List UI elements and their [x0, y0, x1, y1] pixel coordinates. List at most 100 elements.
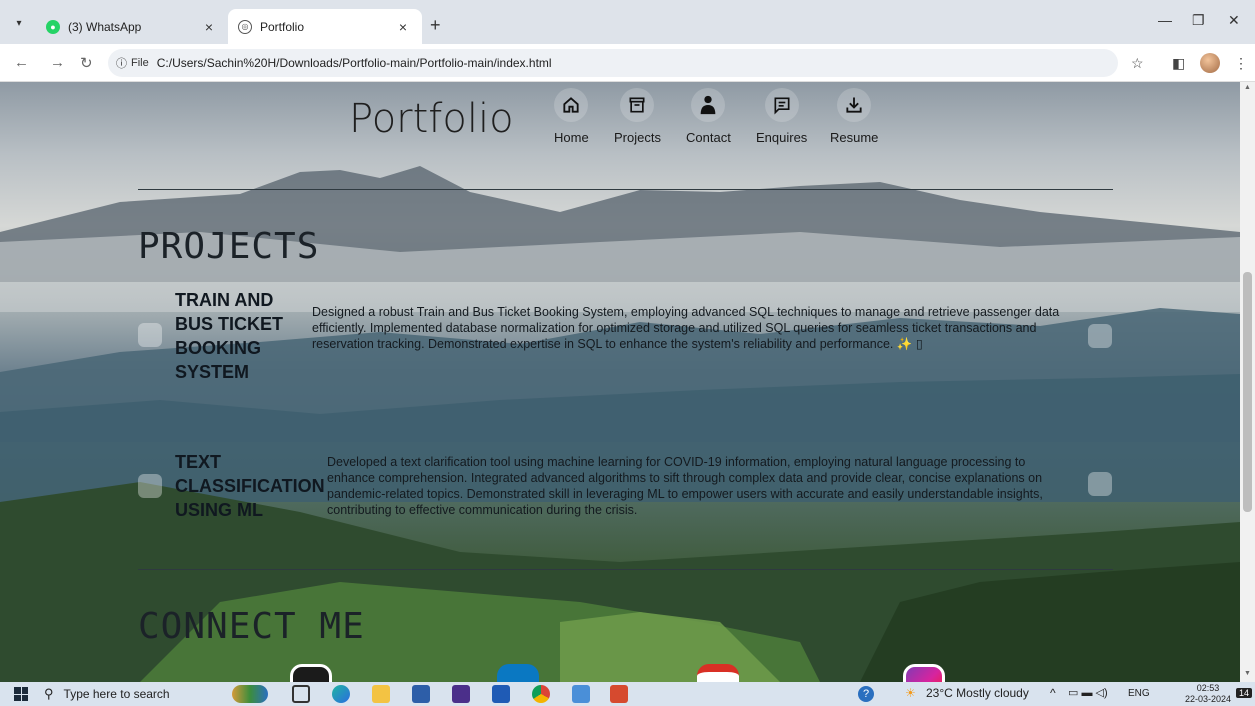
reload-icon[interactable]: ↻: [80, 54, 93, 72]
visual-studio-icon[interactable]: [452, 685, 470, 703]
message-icon: [764, 88, 799, 122]
projects-heading: PROJECTS: [138, 226, 320, 267]
project-card-handle: [138, 474, 162, 498]
search-placeholder: Type here to search: [63, 687, 170, 701]
bookmark-star-icon[interactable]: ☆: [1131, 55, 1144, 72]
divider: [138, 569, 1113, 570]
tray-chevron-icon[interactable]: ^: [1050, 686, 1056, 700]
nav-contact[interactable]: Contact: [686, 88, 731, 145]
title-line: TRAIN AND: [175, 290, 274, 310]
page-viewport: Portfolio Home Projects Contact Enquires…: [0, 82, 1240, 682]
nav-home[interactable]: Home: [554, 88, 589, 145]
desc-line: Designed a robust Train and Bus Ticket B…: [312, 305, 1060, 319]
desc-line: efficiently. Implemented database normal…: [312, 321, 1037, 335]
language-indicator[interactable]: ENG: [1128, 688, 1150, 699]
nav-label: Contact: [686, 130, 731, 145]
nav-label: Home: [554, 130, 589, 145]
browser-tab-strip: ▾ ● (3) WhatsApp × ◎ Portfolio × + — ❐ ✕: [0, 0, 1255, 44]
desc-line: Developed a text clarification tool usin…: [327, 455, 1026, 469]
nav-label: Resume: [830, 130, 879, 145]
task-view-icon[interactable]: [292, 685, 310, 703]
nav-projects[interactable]: Projects: [614, 88, 661, 145]
more-menu-icon[interactable]: ⋮: [1234, 55, 1248, 72]
nav-label: Projects: [614, 130, 661, 145]
tray-icons[interactable]: ▭ ▬ ◁): [1068, 686, 1108, 699]
notification-count[interactable]: 14: [1236, 688, 1253, 698]
tab-portfolio[interactable]: ◎ Portfolio ×: [228, 9, 422, 44]
title-line: USING ML: [175, 500, 263, 520]
windows-taskbar: ⚲ Type here to search ? ☀ 23°C Mostly cl…: [0, 682, 1255, 706]
back-arrow-icon[interactable]: ←: [14, 54, 29, 71]
desc-line: contributing to effective communication …: [327, 503, 638, 517]
project-card-handle: [138, 323, 162, 347]
news-widget-icon[interactable]: [232, 685, 268, 703]
tab-title: (3) WhatsApp: [68, 19, 142, 34]
chrome-icon[interactable]: [532, 685, 550, 703]
clock-time: 02:53: [1196, 683, 1220, 693]
home-icon: [554, 88, 589, 122]
help-icon[interactable]: ?: [858, 686, 874, 702]
project-title: TEXT CLASSIFICATION USING ML: [175, 450, 325, 522]
scroll-down-icon[interactable]: ▼: [1244, 670, 1251, 677]
close-icon[interactable]: ×: [200, 19, 218, 35]
close-icon[interactable]: ×: [394, 19, 412, 35]
download-icon: [837, 88, 872, 122]
profile-avatar[interactable]: [1200, 53, 1220, 73]
taskbar-search[interactable]: ⚲ Type here to search: [44, 682, 214, 706]
new-tab-plus-icon[interactable]: +: [430, 15, 441, 36]
desc-line: pandemic-related topics. Demonstrated sk…: [327, 487, 1043, 501]
edge-icon[interactable]: [332, 685, 350, 703]
gmail-icon[interactable]: [697, 664, 739, 682]
title-line: BUS TICKET: [175, 314, 283, 334]
title-line: SYSTEM: [175, 362, 250, 382]
file-chip: File: [131, 57, 149, 69]
tab-title: Portfolio: [260, 19, 305, 34]
project-title: TRAIN AND BUS TICKET BOOKING SYSTEM: [175, 288, 283, 384]
project-card-handle: [1088, 472, 1112, 496]
vpn-app-icon[interactable]: [572, 685, 590, 703]
search-icon: ⚲: [44, 686, 54, 701]
tab-search-chevron-icon[interactable]: ▾: [8, 12, 30, 34]
desc-line: enhance comprehension. Integrated advanc…: [327, 471, 1043, 485]
whatsapp-icon: ●: [46, 19, 60, 34]
site-logo[interactable]: Portfolio: [349, 96, 514, 142]
info-icon[interactable]: ⓘ: [116, 55, 127, 71]
side-panel-icon[interactable]: ◧: [1172, 55, 1185, 72]
restore-icon[interactable]: ❐: [1192, 12, 1205, 29]
globe-icon: ◎: [238, 19, 252, 34]
word-icon[interactable]: [492, 685, 510, 703]
weather-icon: ☀: [905, 686, 916, 700]
nav-enquires[interactable]: Enquires: [756, 88, 807, 145]
title-line: BOOKING: [175, 338, 262, 358]
scroll-thumb[interactable]: [1243, 272, 1252, 512]
window-close-icon[interactable]: ✕: [1228, 12, 1240, 29]
address-bar[interactable]: ⓘ File C:/Users/Sachin%20H/Downloads/Por…: [108, 49, 1118, 77]
divider: [138, 189, 1113, 190]
page-scrollbar[interactable]: ▲ ▼: [1240, 82, 1255, 682]
url-text: C:/Users/Sachin%20H/Downloads/Portfolio-…: [156, 56, 552, 70]
minimize-icon[interactable]: —: [1158, 12, 1172, 28]
windows-start-icon[interactable]: [14, 687, 28, 701]
instagram-icon[interactable]: [903, 664, 945, 682]
linkedin-icon[interactable]: [497, 664, 539, 682]
archive-icon: [620, 88, 655, 122]
scroll-up-icon[interactable]: ▲: [1244, 84, 1251, 91]
project-description: Developed a text clarification tool usin…: [327, 454, 1043, 518]
github-icon[interactable]: [290, 664, 332, 682]
project-description: Designed a robust Train and Bus Ticket B…: [312, 304, 1059, 352]
clock-date: 22-03-2024: [1185, 694, 1232, 704]
store-icon[interactable]: [412, 685, 430, 703]
title-line: TEXT: [175, 452, 222, 472]
address-toolbar: ← → ↻ ⓘ File C:/Users/Sachin%20H/Downloa…: [0, 44, 1255, 82]
nav-resume[interactable]: Resume: [830, 88, 878, 145]
weather-text[interactable]: 23°C Mostly cloudy: [926, 686, 1029, 700]
recorder-icon[interactable]: [610, 685, 628, 703]
project-card-handle: [1088, 324, 1112, 348]
title-line: CLASSIFICATION: [175, 476, 325, 496]
forward-arrow-icon[interactable]: →: [50, 54, 65, 71]
tab-whatsapp[interactable]: ● (3) WhatsApp ×: [36, 9, 228, 44]
file-explorer-icon[interactable]: [372, 685, 390, 703]
connect-heading: CONNECT ME: [138, 606, 365, 647]
system-clock[interactable]: 02:53 22-03-2024: [1185, 683, 1231, 705]
person-icon: [691, 88, 726, 122]
